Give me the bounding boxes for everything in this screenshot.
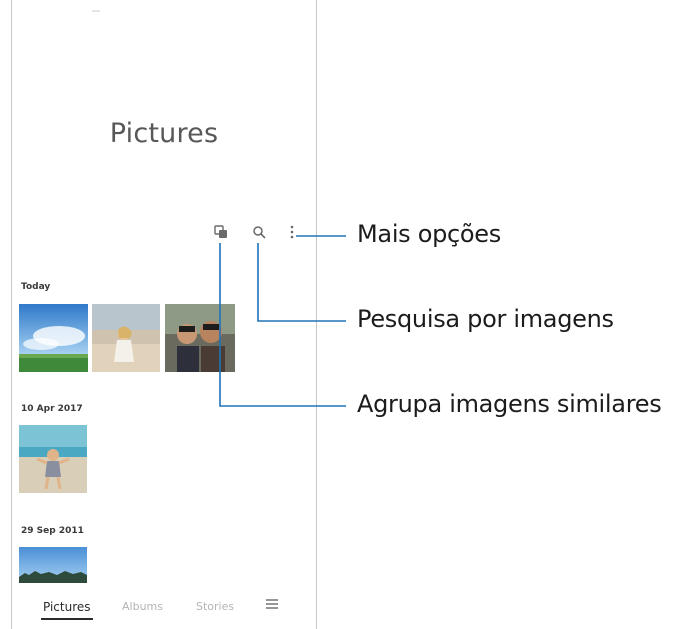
callout-group-similar: Agrupa imagens similares xyxy=(357,390,662,418)
menu-icon[interactable] xyxy=(266,598,278,613)
nav-tab-pictures[interactable]: Pictures xyxy=(43,600,91,614)
nav-tab-albums[interactable]: Albums xyxy=(122,600,163,613)
callout-search-images: Pesquisa por imagens xyxy=(357,305,614,333)
callout-more-options: Mais opções xyxy=(357,220,501,248)
page-title: Pictures xyxy=(109,118,219,149)
photo-thumbnail[interactable] xyxy=(19,547,87,583)
photo-thumbnail[interactable] xyxy=(165,304,235,372)
section-date: 10 Apr 2017 xyxy=(21,404,83,414)
active-tab-indicator xyxy=(41,618,93,620)
section-date: 29 Sep 2011 xyxy=(21,526,84,536)
section-date: Today xyxy=(21,282,51,292)
status-bar-indicator xyxy=(92,10,100,12)
photo-thumbnail[interactable] xyxy=(92,304,160,372)
bottom-navigation: Pictures Albums Stories xyxy=(12,590,316,629)
search-icon[interactable] xyxy=(250,223,268,241)
nav-tab-stories[interactable]: Stories xyxy=(196,600,234,613)
phone-screen: Pictures Today 10 Apr 2017 29 Sep 2011 P… xyxy=(11,0,317,629)
more-options-icon[interactable] xyxy=(283,223,301,241)
photo-thumbnail[interactable] xyxy=(19,304,88,372)
photo-thumbnail[interactable] xyxy=(19,425,87,493)
group-similar-icon[interactable] xyxy=(212,223,230,241)
